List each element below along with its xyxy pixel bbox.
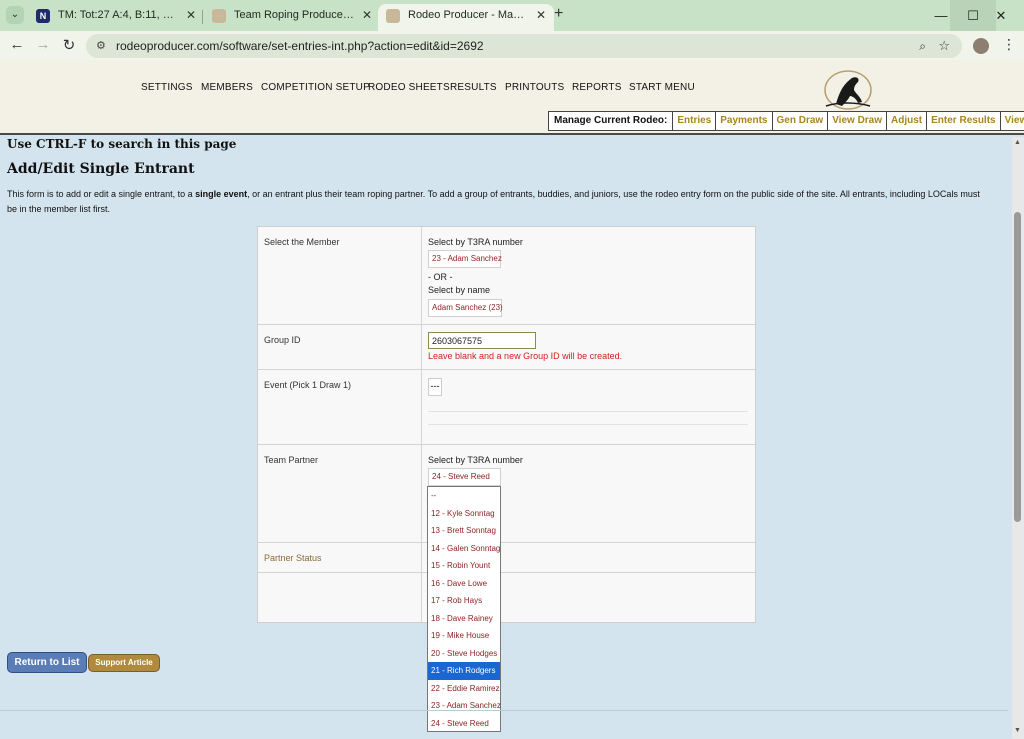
event-label: Event (Pick 1 Draw 1): [264, 380, 352, 390]
partner-option[interactable]: 15 - Robin Yount: [428, 557, 500, 575]
partner-option[interactable]: 24 - Steve Reed: [428, 715, 500, 733]
scroll-down-icon[interactable]: ▼: [1014, 727, 1021, 734]
support-article-button[interactable]: Support Article: [88, 654, 160, 672]
partner-option[interactable]: 17 - Rob Hays: [428, 592, 500, 610]
tab-search-chevron-icon[interactable]: ⌄: [6, 6, 24, 24]
bookmark-star-icon[interactable]: ☆: [938, 34, 950, 58]
event-select[interactable]: ---: [428, 378, 442, 396]
partner-option[interactable]: 18 - Dave Rainey: [428, 610, 500, 628]
nav-rodeo-sheets[interactable]: RODEO SHEETS: [368, 82, 450, 93]
rodeo-link-enter-results[interactable]: Enter Results: [926, 112, 999, 130]
new-tab-plus-icon[interactable]: +: [554, 5, 563, 23]
reload-icon[interactable]: ↻: [59, 36, 79, 54]
page-scrollbar[interactable]: ▲ ▼: [1012, 137, 1024, 739]
horse-logo-icon: [824, 70, 872, 110]
browser-tab-3-active[interactable]: Rodeo Producer - Manage Rodeo ✕: [378, 4, 554, 31]
partner-option[interactable]: 23 - Adam Sanchez: [428, 697, 501, 715]
close-tab-icon[interactable]: ✕: [186, 4, 196, 27]
partner-option[interactable]: 20 - Steve Hodges: [428, 645, 500, 663]
close-window-icon[interactable]: ✕: [978, 0, 1024, 31]
nav-reports[interactable]: REPORTS: [572, 82, 622, 93]
nav-results[interactable]: RESULTS: [450, 82, 497, 93]
rodeo-link-gen-draw[interactable]: Gen Draw: [771, 112, 828, 130]
return-to-list-button[interactable]: Return to List: [7, 652, 87, 673]
back-arrow-icon[interactable]: ←: [7, 36, 27, 53]
rodeo-link-entries[interactable]: Entries: [672, 112, 715, 130]
browser-tab-title: Rodeo Producer - Manage Rodeo: [408, 9, 528, 21]
tab-separator: [202, 10, 203, 24]
nav-printouts[interactable]: PRINTOUTS: [505, 82, 564, 93]
site-info-icon[interactable]: ⚙: [96, 34, 106, 58]
partner-by-number-label: Select by T3RA number: [428, 455, 523, 465]
nav-start-menu[interactable]: START MENU: [629, 82, 695, 93]
search-hint: Use CTRL-F to search in this page: [7, 137, 237, 151]
partner-option[interactable]: 12 - Kyle Sonntag: [428, 505, 500, 523]
member-label: Select the Member: [264, 237, 340, 247]
manage-current-rodeo-label: Manage Current Rodeo:: [554, 115, 668, 126]
browser-tab-2[interactable]: Team Roping Producer Managing ✕: [204, 4, 380, 31]
nav-competition-setup[interactable]: COMPETITION SETUP: [261, 82, 370, 93]
partner-status-row: Partner Status: [258, 543, 755, 573]
partner-status-label: Partner Status: [264, 553, 322, 563]
scroll-up-icon[interactable]: ▲: [1014, 139, 1021, 146]
page-divider: [0, 710, 1008, 711]
address-bar[interactable]: ⚙ rodeoproducer.com/software/set-entries…: [86, 34, 962, 58]
horse-favicon-icon: [212, 9, 226, 23]
member-number-select[interactable]: 23 - Adam Sanchez: [428, 250, 502, 268]
team-partner-label: Team Partner: [264, 455, 319, 465]
rodeo-link-view-results[interactable]: View Results: [999, 112, 1024, 130]
group-id-label: Group ID: [264, 335, 301, 345]
rodeo-link-view-draw[interactable]: View Draw: [827, 112, 886, 130]
horse-favicon-icon: [386, 9, 400, 23]
partner-option[interactable]: 13 - Brett Sonntag: [428, 522, 500, 540]
intro-part-b: single event: [195, 189, 248, 199]
member-name-select[interactable]: Adam Sanchez (23): [428, 299, 503, 317]
or-text: - OR -: [428, 272, 453, 282]
browser-menu-icon[interactable]: ⋮: [1002, 36, 1016, 53]
partner-option[interactable]: 22 - Eddie Ramirez: [428, 680, 500, 698]
partner-dropdown-list[interactable]: -- 12 - Kyle Sonntag 13 - Brett Sonntag …: [427, 486, 501, 732]
browser-tab-title: Team Roping Producer Managing: [234, 9, 354, 21]
partner-option-highlighted[interactable]: 21 - Rich Rodgers: [428, 662, 500, 680]
partner-number-select[interactable]: 24 - Steve Reed: [428, 468, 501, 486]
partner-option[interactable]: --: [428, 487, 500, 505]
intro-part-a: This form is to add or edit a single ent…: [7, 189, 196, 199]
scroll-thumb[interactable]: [1014, 212, 1021, 522]
page-title: Add/Edit Single Entrant: [7, 161, 195, 177]
rodeo-link-adjust[interactable]: Adjust: [886, 112, 926, 130]
entrant-form: Select the Member Select by T3RA number …: [257, 226, 756, 623]
browser-tab-title: TM: Tot:27 A:4, B:11, C:9, D:1, E:: [58, 9, 178, 21]
member-by-number-label: Select by T3RA number: [428, 237, 523, 247]
partner-option[interactable]: 19 - Mike House: [428, 627, 500, 645]
event-row: Event (Pick 1 Draw 1): [258, 370, 755, 445]
event-line: [428, 424, 748, 425]
event-line: [428, 411, 748, 412]
group-id-input[interactable]: [428, 332, 536, 349]
profile-avatar-icon[interactable]: [973, 38, 989, 54]
partner-option[interactable]: 14 - Galen Sonntag: [428, 540, 500, 558]
close-tab-icon[interactable]: ✕: [536, 4, 546, 27]
manage-current-rodeo-bar: Manage Current Rodeo: Entries Payments G…: [548, 111, 1024, 131]
close-tab-icon[interactable]: ✕: [362, 4, 372, 27]
intro-text: This form is to add or edit a single ent…: [7, 187, 992, 217]
browser-toolbar: ← → ↻ ⚙ rodeoproducer.com/software/set-e…: [0, 31, 1024, 61]
rodeo-link-payments[interactable]: Payments: [715, 112, 771, 130]
site-header: SETTINGS MEMBERS COMPETITION SETUP RODEO…: [0, 61, 1024, 135]
zoom-icon[interactable]: ⌕: [919, 34, 926, 58]
forward-arrow-icon[interactable]: →: [33, 36, 53, 53]
member-by-name-label: Select by name: [428, 285, 491, 295]
browser-tab-bar: ⌄ N TM: Tot:27 A:4, B:11, C:9, D:1, E: ✕…: [0, 0, 1024, 31]
notion-favicon-icon: N: [36, 9, 50, 23]
group-id-hint: Leave blank and a new Group ID will be c…: [428, 351, 623, 361]
url-text: rodeoproducer.com/software/set-entries-i…: [116, 39, 484, 53]
partner-option[interactable]: 16 - Dave Lowe: [428, 575, 500, 593]
browser-tab-1[interactable]: N TM: Tot:27 A:4, B:11, C:9, D:1, E: ✕: [28, 4, 204, 31]
nav-members[interactable]: MEMBERS: [201, 82, 253, 93]
nav-settings[interactable]: SETTINGS: [141, 82, 193, 93]
